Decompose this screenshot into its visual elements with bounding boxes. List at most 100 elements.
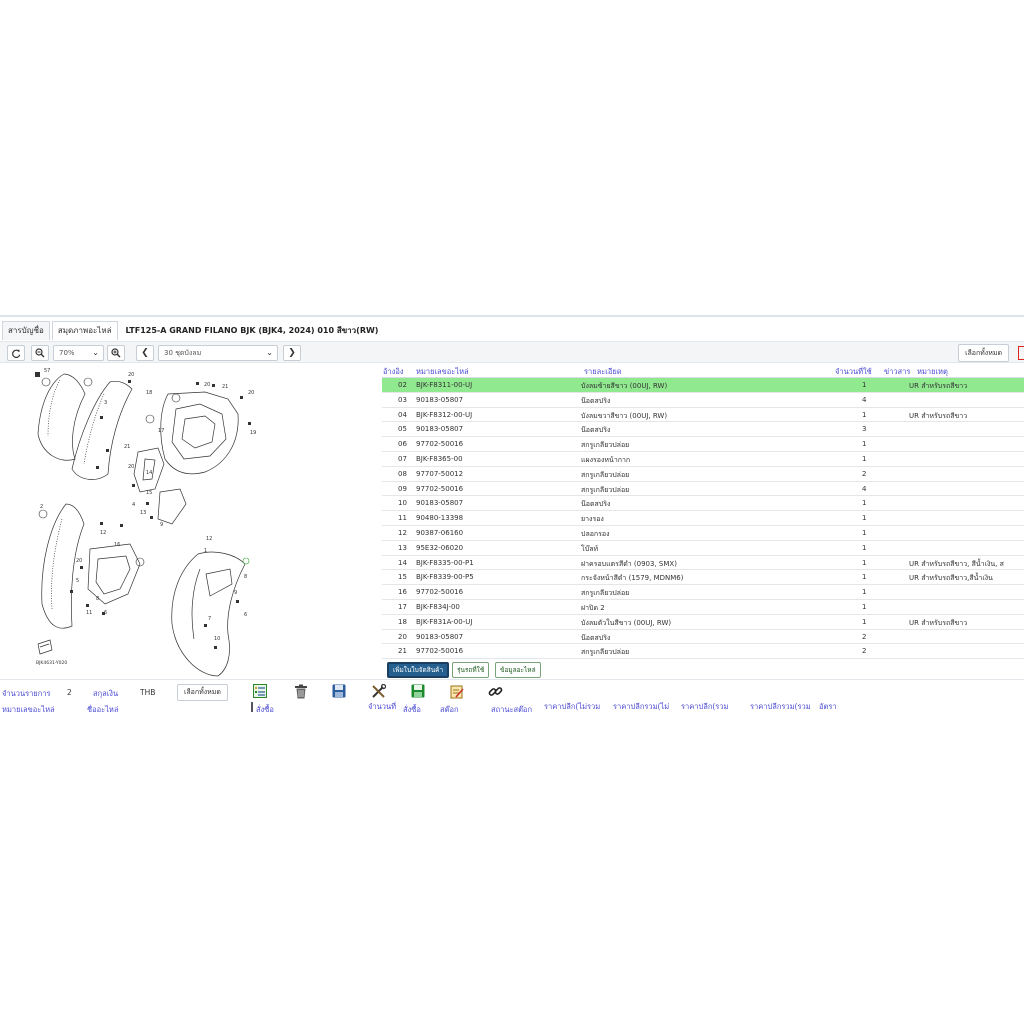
next-group-button[interactable]: ❯	[283, 345, 301, 361]
refresh-button[interactable]	[7, 345, 25, 361]
svg-text:20: 20	[248, 390, 254, 396]
col-basket-retail-incl[interactable]: ราคาปลีก(รวม	[681, 701, 728, 712]
col-basket-order-qty[interactable]: สั่งซื้อ	[256, 704, 274, 712]
floppy-green-icon	[411, 684, 425, 698]
table-row[interactable]: 09 97702-50016 สกรูเกลียวปล่อย 4	[382, 481, 1024, 497]
cell-desc: น๊อตสปริง	[581, 500, 611, 509]
table-row[interactable]: 06 97702-50016 สกรูเกลียวปล่อย 1	[382, 437, 1024, 452]
cell-remark: UR สำหรับรถสีขาว	[909, 618, 968, 627]
cell-qty: 1	[862, 528, 867, 537]
col-basket-order[interactable]: สั่งซื้อ	[403, 704, 421, 712]
table-row[interactable]: 11 90480-13398 ยางรอง 1	[382, 511, 1024, 526]
col-basket-qty[interactable]: จำนวนที่	[368, 701, 396, 712]
cell-qty: 1	[862, 558, 867, 567]
cell-qty: 3	[862, 425, 867, 434]
cell-ref: 03	[398, 395, 407, 404]
col-qty[interactable]: จำนวนที่ใช้	[835, 366, 872, 378]
col-basket-stock-status[interactable]: สถานะสต๊อก	[491, 704, 532, 712]
cell-remark: UR สำหรับรถสีขาว	[909, 382, 968, 390]
col-basket-stock[interactable]: สต๊อก	[440, 704, 459, 712]
svg-text:21: 21	[222, 384, 228, 390]
table-row[interactable]: 17 BJK-F834J-00 ฝาปิด 2 1	[382, 599, 1024, 615]
cell-part-no: BJK-F834J-00	[416, 602, 460, 611]
edit-button[interactable]	[449, 683, 465, 699]
col-basket-retail-total-incl[interactable]: ราคาปลีกรวม(รวม	[750, 701, 811, 712]
table-row[interactable]: 12 90387-06160 ปลอกรอง 1	[382, 525, 1024, 541]
cell-desc: โบ๊ลท์	[581, 544, 599, 553]
table-header: อ้างอิง หมายเลขอะไหล่ รายละเอียด จำนวนที…	[382, 364, 1024, 378]
tab-index[interactable]: สารบัญชื่อ	[2, 320, 50, 340]
table-row[interactable]: 04 BJK-F8312-00-UJ บังลมขวาสีขาว (00UJ, RW…	[382, 407, 1024, 423]
cell-qty: 4	[862, 395, 867, 404]
wrench-icon	[371, 683, 386, 698]
col-ref[interactable]: อ้างอิง	[383, 366, 404, 378]
svg-text:2: 2	[40, 504, 43, 510]
svg-text:21: 21	[124, 444, 130, 450]
zoom-out-button[interactable]	[31, 345, 49, 361]
models-used-button[interactable]: รุ่นรถที่ใช้	[452, 662, 490, 678]
cell-desc: ฝาครอบแตรสีดำ (0903, SMX)	[581, 559, 677, 568]
cell-qty: 1	[862, 617, 867, 626]
delete-button[interactable]	[293, 683, 309, 699]
part-info-button[interactable]: ข้อมูลอะไหล่	[495, 662, 541, 678]
svg-text:6: 6	[244, 612, 247, 618]
table-row[interactable]: 20 90183-05807 น๊อตสปริง 2	[382, 629, 1024, 645]
save-button[interactable]	[331, 683, 347, 699]
flag-icon[interactable]	[1018, 346, 1024, 360]
col-basket-retail-total-excl[interactable]: ราคาปลีกรวม(ไม่	[613, 701, 669, 712]
cell-part-no: BJK-F8312-00-UJ	[416, 410, 473, 419]
col-basket-rate[interactable]: อัตรา	[819, 701, 837, 712]
table-row[interactable]: 18 BJK-F831A-00-UJ บังลมตัวในสีขาว (00UJ, …	[382, 614, 1024, 630]
col-part-no[interactable]: หมายเลขอะไหล่	[416, 366, 469, 378]
table-row[interactable]: 02 BJK-F8311-00-UJ บังลมซ้ายสีขาว (00UJ, R…	[382, 378, 1024, 393]
cell-qty: 1	[862, 573, 867, 582]
col-basket-part-no[interactable]: หมายเลขอะไหล่	[2, 704, 55, 712]
group-select[interactable]: 30 ชุดบังลม ⌄	[158, 345, 278, 361]
table-row[interactable]: 13 95E32-06020 โบ๊ลท์ 1	[382, 540, 1024, 556]
cell-ref: 08	[398, 469, 407, 478]
prev-group-button[interactable]: ❮	[136, 345, 154, 361]
list-add-button[interactable]	[252, 683, 268, 699]
svg-text:7: 7	[208, 616, 211, 622]
col-desc[interactable]: รายละเอียด	[584, 366, 622, 378]
table-row[interactable]: 08 97707-50012 สกรูเกลียวปล่อย 2	[382, 466, 1024, 482]
table-row[interactable]: 05 90183-05807 น๊อตสปริง 3	[382, 422, 1024, 438]
tab-bar: สารบัญชื่อ สมุดภาพอะไหล่ LTF125-A GRAND …	[0, 319, 1024, 341]
cell-part-no: BJK-F831A-00-UJ	[416, 617, 473, 626]
table-row[interactable]: 10 90183-05807 น๊อตสปริง 1	[382, 496, 1024, 512]
zoom-in-button[interactable]	[107, 345, 125, 361]
add-to-basket-button[interactable]: เพิ่มในใบจัดสินค้า	[387, 662, 450, 678]
basket-select-all-button[interactable]: เลือกทั้งหมด	[177, 684, 228, 701]
svg-text:20: 20	[128, 464, 134, 470]
svg-text:20: 20	[128, 372, 134, 378]
zoom-select[interactable]: 70% ⌄	[53, 345, 104, 361]
cell-part-no: 97702-50016	[416, 647, 464, 656]
tools-button[interactable]	[370, 683, 386, 699]
chevron-down-icon: ⌄	[266, 348, 273, 357]
table-row[interactable]: 16 97702-50016 สกรูเกลียวปล่อย 1	[382, 585, 1024, 600]
svg-text:17: 17	[158, 428, 164, 434]
cell-part-no: BJK-F8365-00	[416, 454, 463, 463]
svg-text:8: 8	[96, 596, 99, 602]
parts-diagram[interactable]: 57 20 18 20 21 20 19 17 21 20 3 14 15 13…	[0, 364, 380, 677]
table-row[interactable]: 03 90183-05807 น๊อตสปริง 4	[382, 392, 1024, 408]
table-row[interactable]: 15 BJK-F8339-00-P5 กระจังหน้าสีดำ (1579, M…	[382, 570, 1024, 586]
cell-qty: 1	[862, 440, 867, 449]
select-all-button[interactable]: เลือกทั้งหมด	[958, 344, 1009, 362]
tab-parts-catalog[interactable]: สมุดภาพอะไหล่	[51, 320, 118, 340]
col-basket-retail-excl[interactable]: ราคาปลีก(ไม่รวม	[544, 701, 600, 712]
table-row[interactable]: 21 97702-50016 สกรูเกลียวปล่อย 2	[382, 644, 1024, 660]
parts-catalog-window: สารบัญชื่อ สมุดภาพอะไหล่ LTF125-A GRAND …	[0, 315, 1024, 712]
table-row[interactable]: 07 BJK-F8365-00 แผงรองหน้ากาก 1	[382, 451, 1024, 467]
cell-part-no: 90183-05807	[416, 395, 464, 404]
col-remark[interactable]: หมายเหตุ	[917, 366, 948, 378]
floppy-icon	[332, 684, 346, 698]
table-row[interactable]: 14 BJK-F8335-00-P1 ฝาครอบแตรสีดำ (0903, SM…	[382, 555, 1024, 571]
col-basket-part-name[interactable]: ชื่ออะไหล่	[87, 704, 118, 712]
cell-part-no: BJK-F8335-00-P1	[416, 558, 474, 567]
save-green-button[interactable]	[410, 683, 426, 699]
col-news[interactable]: ข่าวสาร	[884, 366, 910, 378]
refresh-icon	[11, 348, 20, 358]
link-button[interactable]	[487, 683, 503, 699]
cell-ref: 14	[398, 558, 407, 567]
